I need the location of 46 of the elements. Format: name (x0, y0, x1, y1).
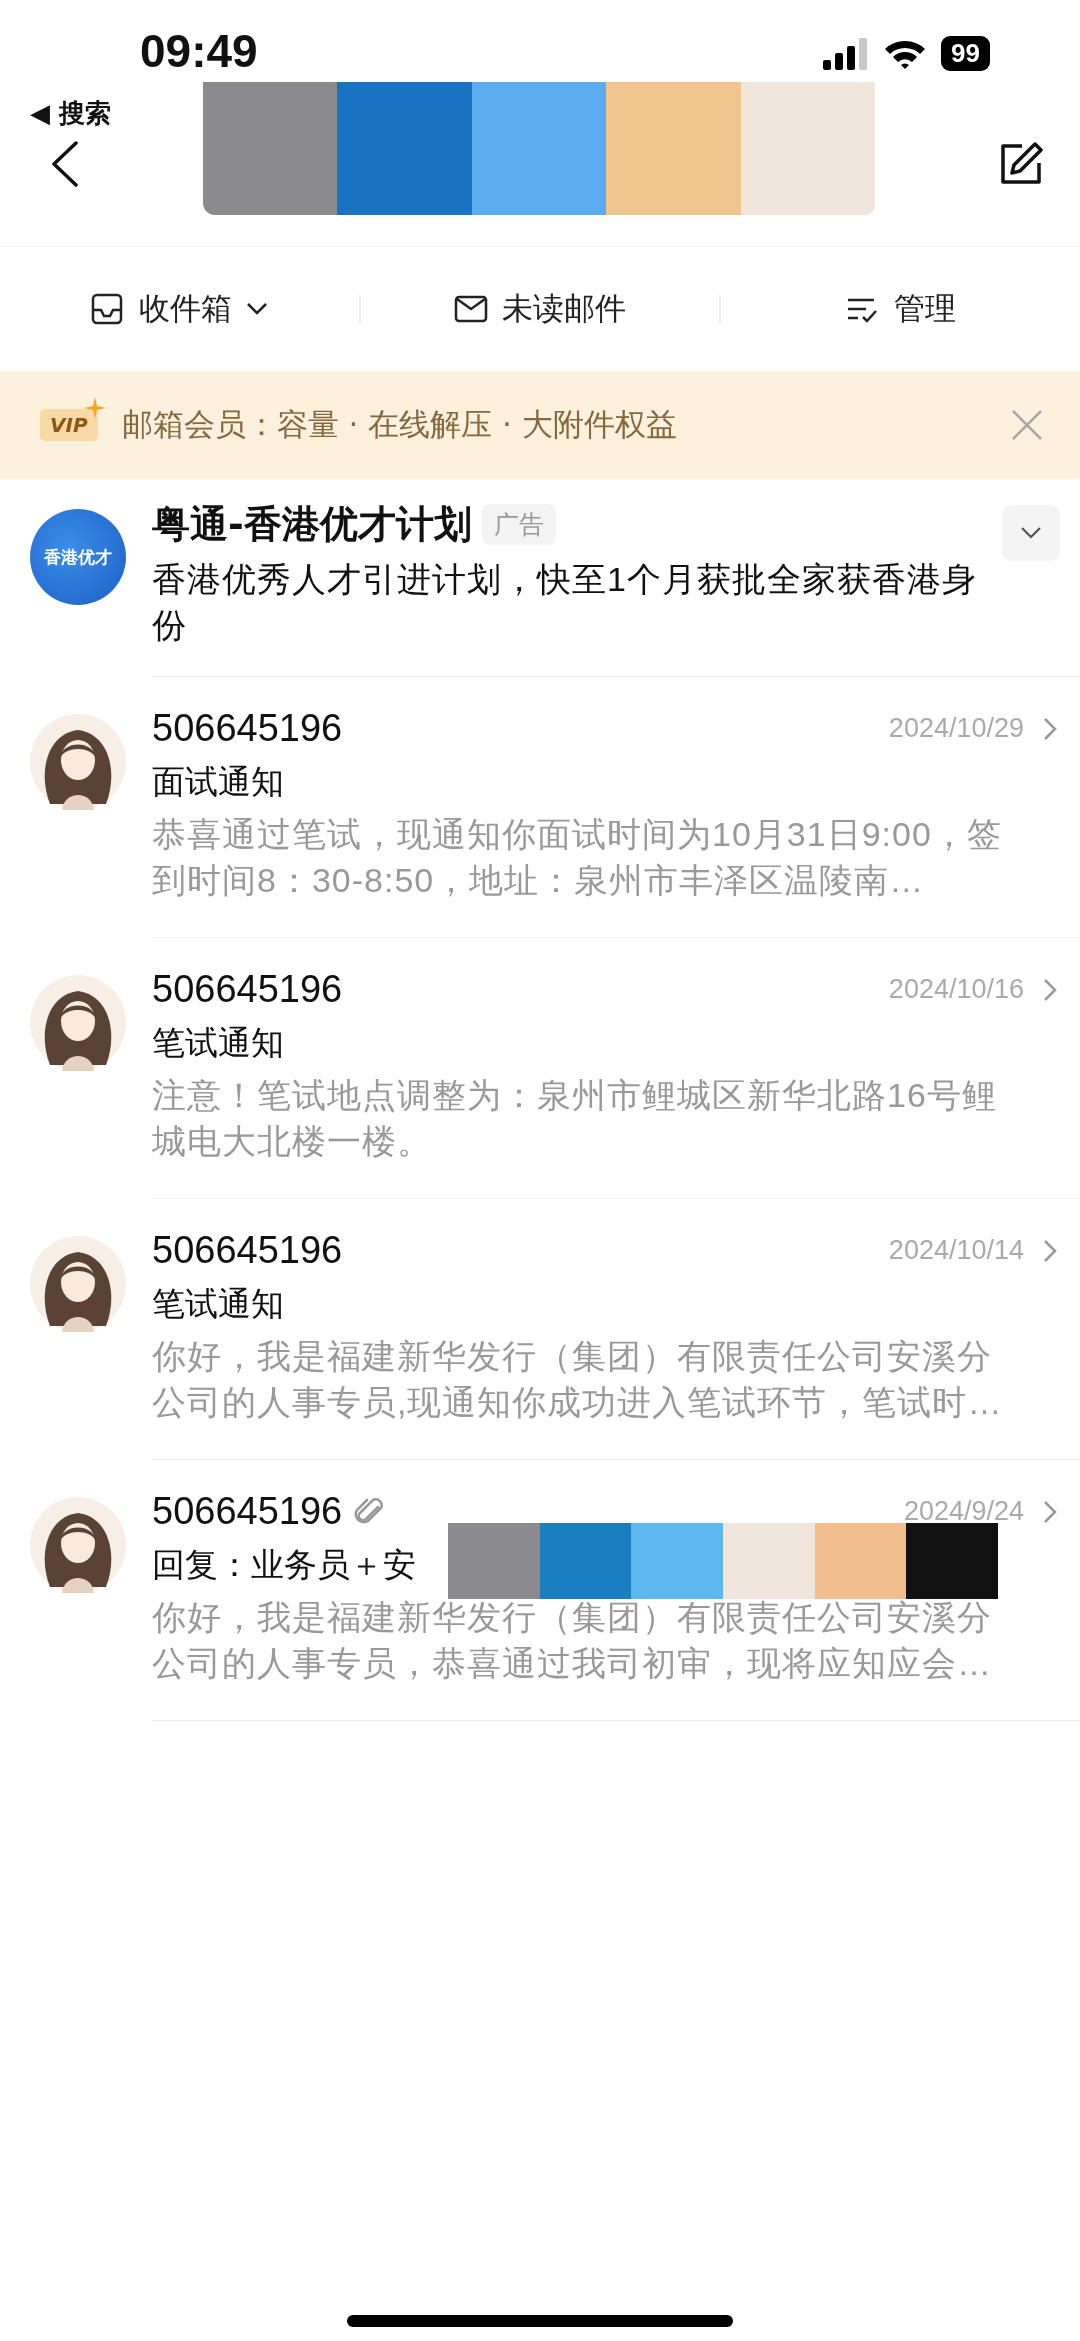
expand-button[interactable] (1002, 505, 1060, 561)
compose-icon[interactable] (998, 141, 1044, 187)
email-item[interactable]: 506645196 2024/10/16 笔试通知 注意！笔试地点调整为：泉州市鲤城区新华北路16号鲤城电大北楼一楼。 (0, 937, 1080, 1198)
ad-description: 香港优秀人才引进计划，快至1个月获批全家获香港身份 (152, 559, 978, 646)
ad-logo: 香港优才 (30, 509, 126, 605)
envelope-icon (454, 293, 488, 325)
email-preview: 注意！笔试地点调整为：泉州市鲤城区新华北路16号鲤城电大北楼一楼。 (152, 1075, 998, 1162)
ad-tag: 广告 (481, 504, 556, 545)
email-preview: 你好，我是福建新华发行（集团）有限责任公司安溪分公司的人事专员,现通知你成功进入笔试环节，笔试时… (152, 1336, 1004, 1423)
toolbar-button[interactable]: 未读邮件 (360, 280, 720, 338)
email-subject: 笔试通知 (152, 1283, 284, 1325)
vip-badge: VIP (40, 409, 98, 441)
email-preview: 恭喜通过笔试，现通知你面试时间为10月31日9:00，签到时间8：30-8:50，地址：泉州市丰泽区温陵南… (152, 814, 1003, 901)
signal-icon (823, 37, 870, 70)
close-icon[interactable] (1010, 408, 1044, 442)
email-preview: 你好，我是福建新华发行（集团）有限责任公司安溪分公司的人事专员，恭喜通过我司初审，现将应知应会… (152, 1597, 993, 1684)
banner-text: 邮箱会员：容量 · 在线解压 · 大附件权益 (121, 405, 678, 444)
sparkle-icon (83, 397, 106, 419)
back-to-app-link[interactable]: ◀ 搜索 (30, 96, 258, 131)
email-date: 2024/10/16 (888, 974, 1024, 1005)
inbox-icon (90, 293, 125, 325)
ad-title: 粤通-香港优才计划 (152, 501, 472, 548)
email-date: 2024/10/14 (888, 1235, 1024, 1266)
email-subject: 笔试通知 (152, 1022, 284, 1064)
email-subject: 面试通知 (152, 761, 284, 803)
email-item[interactable]: 506645196 2024/9/24 回复：业务员＋安 你好，我是福建新华发行（集团）有限责任公司安溪分公司的人事专员，恭喜通过我司初审，现将应知应会… (0, 1459, 1080, 1720)
chevron-right-icon (1042, 1237, 1058, 1264)
email-item[interactable]: 506645196 2024/10/29 面试通知 恭喜通过笔试，现通知你面试时间为10月31日9:00，签到时间8：30-8:50，地址：泉州市丰泽区温陵南… (0, 676, 1080, 937)
chevron-right-icon (1042, 976, 1058, 1003)
back-icon[interactable] (50, 141, 80, 187)
email-date: 2024/9/24 (903, 1496, 1024, 1527)
sender-name: 506645196 (152, 1229, 343, 1272)
chevron-right-icon (1042, 715, 1058, 742)
chevron-down-icon (1020, 526, 1042, 540)
toolbar-button[interactable]: 管理 (721, 280, 1080, 338)
email-subject: 回复：业务员＋安 (152, 1544, 416, 1586)
battery-indicator: 99 (941, 36, 990, 71)
email-date: 2024/10/29 (888, 713, 1024, 744)
toolbar-button[interactable]: 收件箱 (0, 280, 359, 338)
email-item[interactable]: 506645196 2024/10/14 笔试通知 你好，我是福建新华发行（集团）有限责任公司安溪分公司的人事专员,现通知你成功进入笔试环节，笔试时… (0, 1198, 1080, 1459)
clock: 09:49 (139, 24, 258, 74)
sender-name: 506645196 (152, 968, 343, 1011)
sender-name: 506645196 (152, 1490, 343, 1533)
chevron-right-icon (1042, 1498, 1058, 1525)
vip-banner[interactable]: VIP 邮箱会员：容量 · 在线解压 · 大附件权益 (0, 371, 1080, 479)
sender-name: 506645196 (152, 707, 343, 750)
